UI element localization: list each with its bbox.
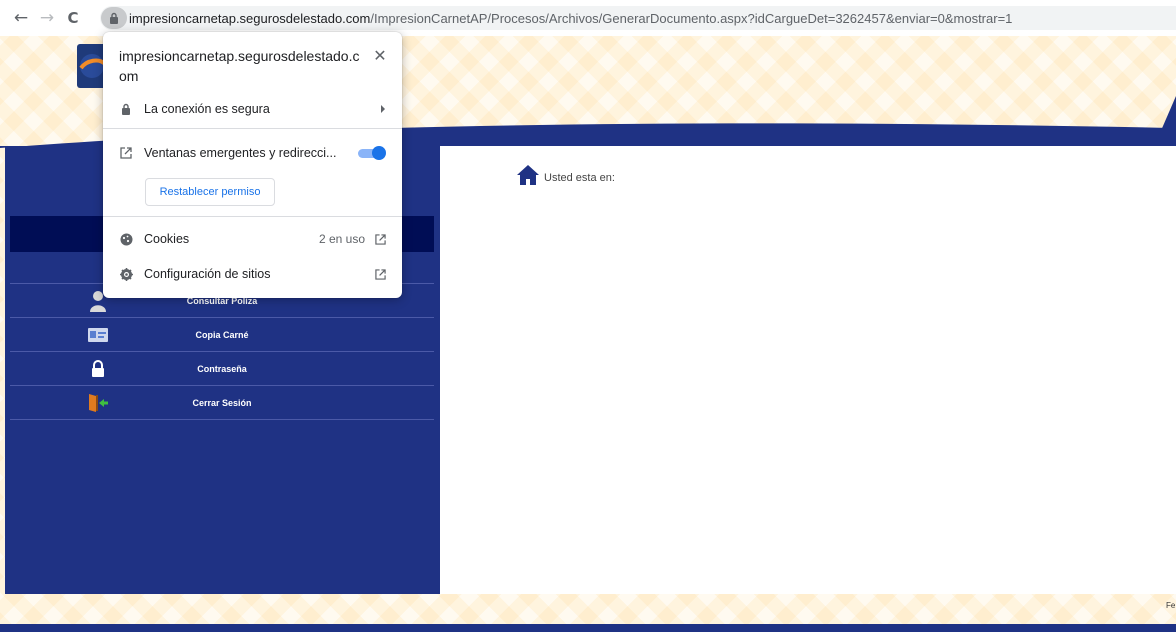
popups-toggle[interactable]: [358, 146, 386, 160]
external-link-icon: [119, 146, 133, 160]
menu-label: Contraseña: [197, 363, 247, 374]
gear-icon: [119, 267, 133, 281]
popups-permission-row: Ventanas emergentes y redirecci...: [103, 139, 402, 167]
browser-toolbar: ← → C impresioncarnetap.segurosdelestado…: [0, 0, 1176, 36]
connection-label: La conexión es segura: [144, 102, 270, 116]
footer-text: Fe: [1166, 601, 1176, 610]
menu-label: Cerrar Sesión: [192, 397, 252, 408]
site-settings-label: Configuración de sitios: [144, 267, 271, 281]
exit-door-icon: [86, 391, 110, 415]
external-link-icon: [375, 233, 386, 245]
reload-button[interactable]: C: [60, 5, 86, 31]
cookies-label: Cookies: [144, 232, 190, 246]
url-host: impresioncarnetap.segurosdelestado.com: [129, 10, 371, 26]
cookies-info: 2 en uso: [319, 232, 386, 246]
forward-button[interactable]: →: [34, 5, 60, 31]
footer-bar: [0, 624, 1176, 632]
home-icon[interactable]: [516, 164, 540, 186]
lock-icon: [110, 12, 118, 24]
url-text[interactable]: impresioncarnetap.segurosdelestado.com/I…: [129, 11, 1012, 26]
close-icon: ✕: [373, 46, 387, 65]
popup-divider: [103, 128, 402, 129]
id-card-icon: [86, 323, 110, 347]
site-info-button[interactable]: [101, 7, 127, 29]
forward-arrow-icon: →: [39, 8, 55, 28]
cookies-row[interactable]: Cookies 2 en uso: [103, 225, 402, 253]
back-arrow-icon: ←: [13, 8, 29, 28]
menu-label: Copia Carné: [195, 329, 249, 340]
lock-icon: [119, 102, 133, 116]
reload-icon: C: [67, 9, 79, 27]
menu-item-cerrar-sesion[interactable]: Cerrar Sesión: [10, 386, 434, 420]
site-settings-row[interactable]: Configuración de sitios: [103, 260, 402, 288]
menu-item-contrasena[interactable]: Contraseña: [10, 352, 434, 386]
cookies-count: 2 en uso: [318, 232, 365, 246]
popup-divider: [103, 216, 402, 217]
content-panel: [440, 146, 1176, 594]
popups-label: Ventanas emergentes y redirecci...: [144, 146, 337, 160]
menu-item-copia-carne[interactable]: Copia Carné: [10, 318, 434, 352]
padlock-icon: [86, 357, 110, 381]
popup-close-button[interactable]: ✕: [371, 47, 389, 65]
breadcrumb-label: Usted esta en:: [544, 172, 615, 184]
sidebar-menu: Consultar Poliza Copia Carné Contraseña …: [10, 283, 434, 420]
reset-permission-button[interactable]: Restablecer permiso: [145, 178, 275, 206]
address-bar[interactable]: impresioncarnetap.segurosdelestado.com/I…: [100, 6, 1176, 30]
connection-secure-row[interactable]: La conexión es segura: [103, 95, 402, 123]
cookie-icon: [119, 232, 133, 246]
external-link-icon: [375, 268, 386, 280]
breadcrumb: Usted esta en:: [516, 164, 615, 186]
url-path: /ImpresionCarnetAP/Procesos/Archivos/Gen…: [370, 10, 1013, 26]
site-info-popup: impresioncarnetap.segurosdelestado.com ✕…: [103, 32, 402, 298]
popup-site-title: impresioncarnetap.segurosdelestado.com: [119, 48, 360, 84]
back-button[interactable]: ←: [8, 5, 34, 31]
chevron-right-icon: [380, 105, 386, 113]
